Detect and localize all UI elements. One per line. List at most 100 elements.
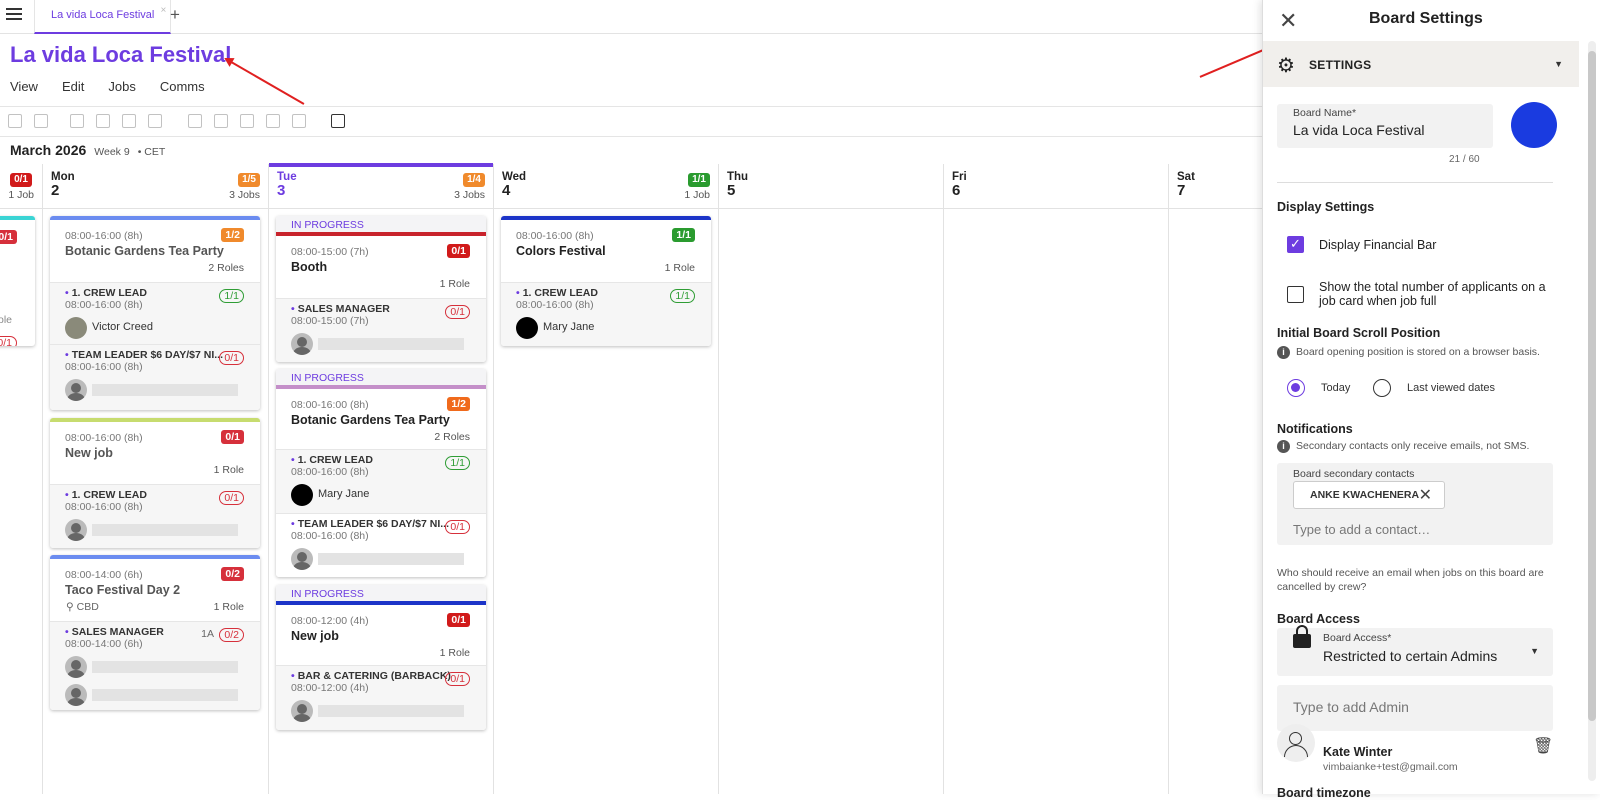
calendar-grid: 0/1 1 Job 0/1 ole 0/1 Mon 2 1/5 3 Jobs 0…: [0, 163, 1262, 794]
job-card[interactable]: 08:00-16:00 (8h) New job 0/1 1 Role 1. C…: [50, 418, 260, 548]
contact-chip[interactable]: ANKE KWACHENERA ✕: [1293, 481, 1445, 509]
display-financial-bar-checkbox[interactable]: ✓: [1287, 236, 1304, 253]
role-row[interactable]: 1. CREW LEAD 08:00-16:00 (8h) 0/1: [50, 484, 260, 548]
job-roles: 1 Role: [664, 262, 695, 274]
board-access-select[interactable]: Board Access* Restricted to certain Admi…: [1277, 628, 1553, 676]
job-card[interactable]: IN PROGRESS 08:00-16:00 (8h) Botanic Gar…: [276, 369, 486, 577]
role-row[interactable]: BAR & CATERING (BARBACK) 08:00-12:00 (4h…: [276, 665, 486, 730]
copy-icon[interactable]: [8, 114, 22, 128]
day-badge: 1/4: [463, 173, 485, 187]
empty-slot[interactable]: [92, 384, 238, 396]
job-card[interactable]: 08:00-16:00 (8h) Botanic Gardens Tea Par…: [50, 216, 260, 410]
board-name-field[interactable]: Board Name* La vida Loca Festival: [1277, 104, 1493, 148]
board-menu: View Edit Jobs Comms: [10, 79, 205, 94]
delete-icon[interactable]: [96, 114, 110, 128]
empty-avatar: [291, 333, 313, 355]
role-badge: 0/1: [445, 305, 470, 319]
role-row[interactable]: SALES MANAGER 08:00-15:00 (7h) 0/1: [276, 298, 486, 362]
divider: [1277, 182, 1553, 183]
calendar-search-icon[interactable]: [331, 114, 345, 128]
job-card[interactable]: 0/1 ole 0/1: [0, 216, 35, 346]
job-roles: 2 Roles: [434, 431, 470, 443]
menu-edit[interactable]: Edit: [62, 79, 84, 94]
paste-icon[interactable]: [34, 114, 48, 128]
day-header: 0/1 1 Job: [0, 164, 42, 209]
role-row[interactable]: TEAM LEADER $6 DAY/$7 NI... 08:00-16:00 …: [276, 513, 486, 577]
empty-slot[interactable]: [92, 524, 238, 536]
role-badge: 0/2: [219, 628, 244, 642]
annotation-arrow: [225, 58, 305, 105]
add-tab-button[interactable]: +: [170, 5, 180, 25]
show-applicants-checkbox[interactable]: [1287, 286, 1304, 303]
avatar: [291, 484, 313, 506]
day-header: Mon 2 1/5 3 Jobs: [43, 164, 268, 209]
layers-off-icon[interactable]: [148, 114, 162, 128]
role-badge: 0/1: [0, 336, 17, 346]
scroll-position-heading: Initial Board Scroll Position: [1277, 326, 1441, 340]
job-badge: 1/1: [672, 228, 695, 242]
avatar: [516, 317, 538, 339]
job-color-bar: [0, 216, 35, 220]
job-card[interactable]: 08:00-16:00 (8h) Colors Festival 1/1 1 R…: [501, 216, 711, 346]
empty-slot[interactable]: [318, 553, 464, 565]
settings-section-header[interactable]: ⚙ SETTINGS ▼: [1263, 41, 1579, 87]
job-roles: 1 Role: [213, 601, 244, 613]
edit-icon[interactable]: [240, 114, 254, 128]
empty-slot[interactable]: [318, 338, 464, 350]
scrollbar-thumb[interactable]: [1588, 51, 1596, 721]
job-card[interactable]: 08:00-14:00 (6h) Taco Festival Day 2 0/2…: [50, 555, 260, 710]
scrollbar[interactable]: [1588, 41, 1596, 781]
job-badge: 1/2: [221, 228, 244, 242]
forward-icon[interactable]: [266, 114, 280, 128]
role-badge: 0/1: [219, 491, 244, 505]
empty-avatar: [65, 379, 87, 401]
board-access-heading: Board Access: [1277, 612, 1360, 626]
job-badge: 0/1: [0, 230, 17, 244]
empty-slot[interactable]: [92, 661, 238, 673]
menu-comms[interactable]: Comms: [160, 79, 205, 94]
add-admin-input[interactable]: Type to add Admin: [1277, 685, 1553, 731]
contact-placeholder: Type to add a contact…: [1293, 522, 1431, 537]
hamburger-menu-icon[interactable]: [6, 8, 22, 22]
empty-slot[interactable]: [92, 689, 238, 701]
job-card[interactable]: IN PROGRESS 08:00-15:00 (7h) Booth 0/1 1…: [276, 216, 486, 362]
radio-today[interactable]: [1287, 379, 1305, 397]
job-title: Botanic Gardens Tea Party: [291, 413, 450, 427]
role-row[interactable]: SALES MANAGER 08:00-14:00 (6h) 1A 0/2: [50, 621, 260, 710]
day-header: Tue 3 1/4 3 Jobs: [269, 163, 493, 209]
date-bar: March 2026 Week 9 • CET: [10, 142, 165, 158]
tab-board[interactable]: La vida Loca Festival ×: [34, 0, 172, 34]
day-job-count: 3 Jobs: [454, 189, 485, 201]
remove-contact-icon[interactable]: ✕: [1419, 482, 1432, 509]
board-color-picker[interactable]: [1511, 102, 1557, 148]
role-badge: 1/1: [670, 289, 695, 303]
job-roles: 1 Role: [439, 647, 470, 659]
day-badge: 1/5: [238, 173, 260, 187]
assign-person-icon[interactable]: [292, 114, 306, 128]
role-row[interactable]: 1. CREW LEAD 08:00-16:00 (8h) 1/1 Mary J…: [276, 449, 486, 513]
empty-slot[interactable]: [318, 705, 464, 717]
caret-down-icon: ▼: [1554, 59, 1563, 69]
link-icon[interactable]: [70, 114, 84, 128]
menu-view[interactable]: View: [10, 79, 38, 94]
menu-jobs[interactable]: Jobs: [108, 79, 135, 94]
trash-icon[interactable]: 🗑: [1533, 736, 1553, 756]
role-badge: 1/1: [445, 456, 470, 470]
role-row[interactable]: 1. CREW LEAD 08:00-16:00 (8h) 1/1 Mary J…: [501, 282, 711, 346]
job-badge: 0/1: [447, 244, 470, 258]
add-job-icon[interactable]: [188, 114, 202, 128]
close-icon[interactable]: ✕: [1279, 8, 1297, 34]
role-row[interactable]: 1. CREW LEAD 08:00-16:00 (8h) 1/1 Victor…: [50, 282, 260, 344]
job-card[interactable]: IN PROGRESS 08:00-12:00 (4h) New job 0/1…: [276, 585, 486, 730]
section-label: SETTINGS: [1309, 58, 1372, 72]
layers-icon[interactable]: [122, 114, 136, 128]
tab-close-icon[interactable]: ×: [161, 0, 167, 26]
role-badge: 0/1: [445, 520, 470, 534]
board-timezone-heading: Board timezone: [1277, 786, 1371, 800]
add-shift-icon[interactable]: [214, 114, 228, 128]
radio-last-viewed[interactable]: [1373, 379, 1391, 397]
role-row[interactable]: TEAM LEADER $6 DAY/$7 NI... 08:00-16:00 …: [50, 344, 260, 410]
job-title: Taco Festival Day 2: [65, 583, 181, 597]
day-column-mon: Mon 2 1/5 3 Jobs 08:00-16:00 (8h) Botani…: [42, 164, 268, 794]
info-icon: i: [1277, 440, 1290, 453]
